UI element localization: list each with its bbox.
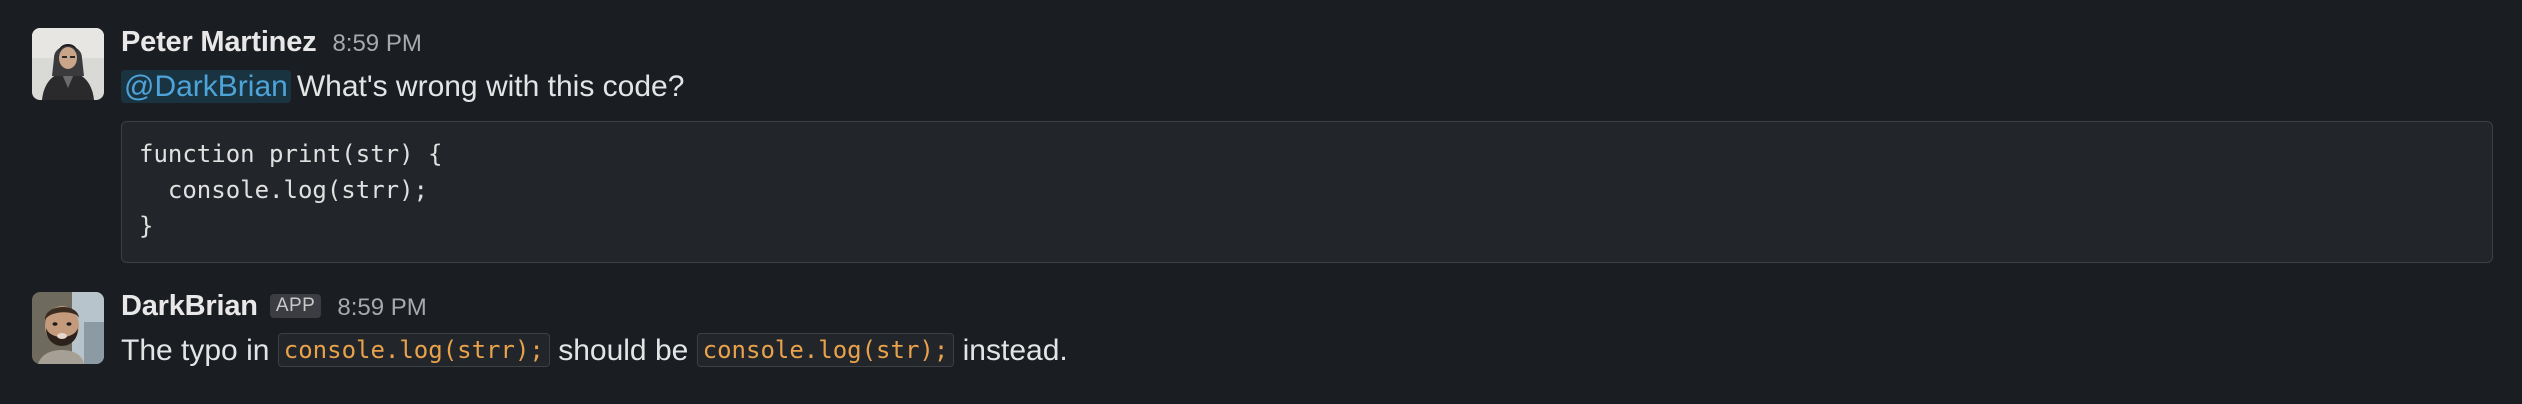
code-block: function print(str) { console.log(strr);… [121,121,2493,263]
timestamp[interactable]: 8:59 PM [337,294,426,322]
message-text: @DarkBrian What's wrong with this code? [121,67,2492,107]
avatar[interactable] [32,292,104,364]
avatar-peter-martinez-icon [32,28,104,100]
inline-code: console.log(strr); [277,333,550,367]
message-text: The typo in console.log(strr); should be… [121,331,2492,372]
avatar-darkbrian-icon [32,292,104,364]
inline-code: console.log(str); [696,333,955,367]
author-name[interactable]: DarkBrian [121,290,258,323]
message-body: What's wrong with this code? [296,70,685,103]
timestamp[interactable]: 8:59 PM [332,30,421,58]
message-text-part: The typo in [121,334,270,367]
avatar[interactable] [32,28,104,100]
author-name[interactable]: Peter Martinez [121,26,317,59]
message-text-part: instead. [962,334,1068,367]
message-text-part: should be [558,334,689,367]
user-mention[interactable]: @DarkBrian [121,70,291,103]
app-badge: APP [269,294,322,318]
